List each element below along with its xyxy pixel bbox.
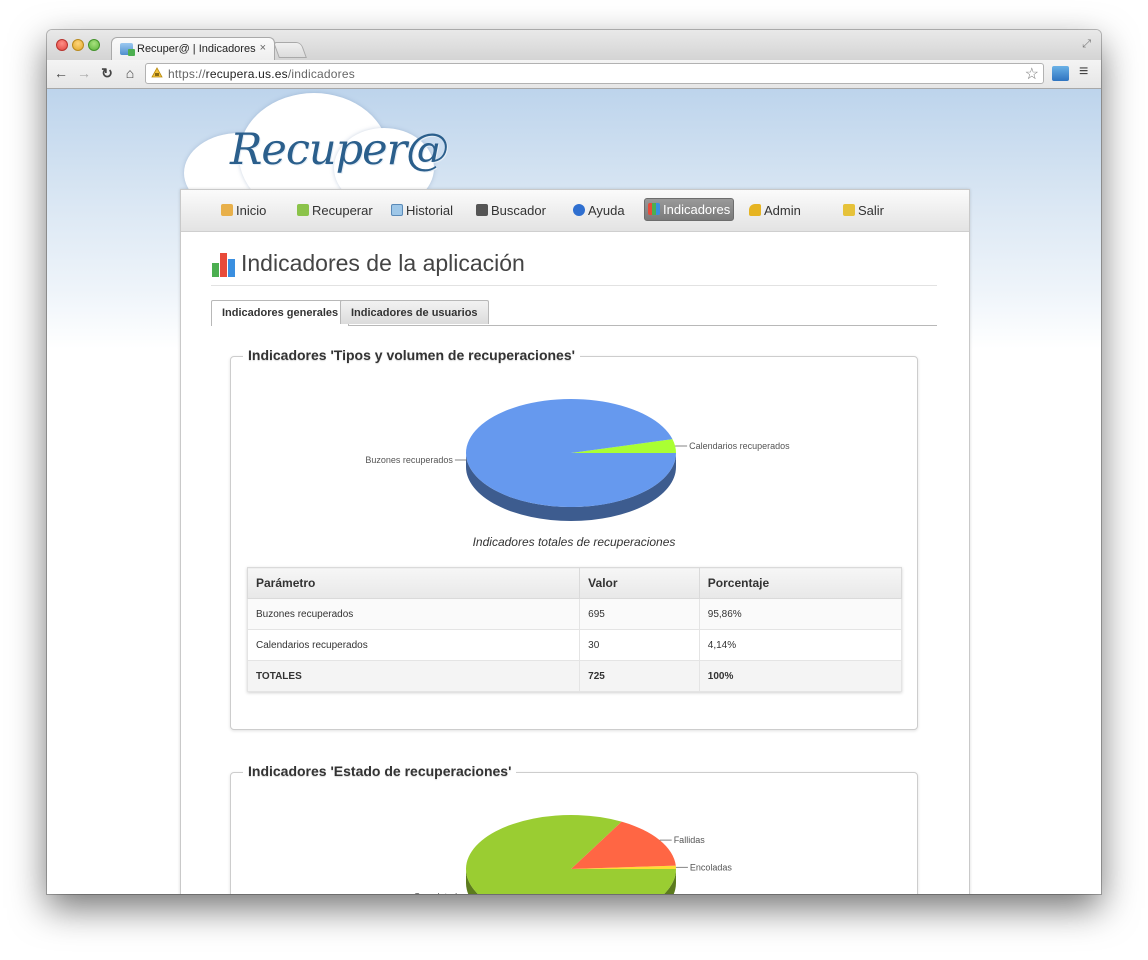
lock-icon bbox=[151, 67, 163, 78]
nav-admin[interactable]: Admin bbox=[749, 203, 801, 218]
extension-icon[interactable] bbox=[1052, 66, 1069, 81]
fullscreen-icon[interactable]: ⤢ bbox=[1082, 38, 1091, 51]
table-cell: 30 bbox=[579, 629, 700, 661]
nav-recuperar[interactable]: Recuperar bbox=[297, 203, 373, 218]
nav-ayuda[interactable]: Ayuda bbox=[573, 203, 625, 218]
indicator-tabs: Indicadores generales Indicadores de usu… bbox=[211, 300, 937, 326]
help-icon bbox=[573, 204, 585, 216]
table-cell: 95,86% bbox=[698, 598, 903, 630]
browser-tab[interactable]: Recuper@ | Indicadores × bbox=[111, 37, 275, 61]
site-logo[interactable]: Recuper@ bbox=[230, 125, 449, 175]
minimize-window-button[interactable] bbox=[72, 39, 84, 51]
zoom-window-button[interactable] bbox=[88, 39, 100, 51]
table-cell: Buzones recuperados bbox=[246, 598, 581, 630]
pie-label: Fallidas bbox=[674, 835, 706, 845]
pie-label: Completadas bbox=[414, 892, 468, 895]
page-title: Indicadores de la aplicación bbox=[241, 250, 525, 276]
back-arrow-icon[interactable]: ← bbox=[53, 65, 69, 81]
column-header: Parámetro bbox=[246, 567, 581, 599]
column-header: Porcentaje bbox=[698, 567, 903, 599]
section-estado: Indicadores 'Estado de recuperaciones' E… bbox=[230, 763, 918, 895]
home-icon bbox=[221, 204, 233, 216]
address-bar[interactable]: https://recupera.us.es/indicadores ☆ bbox=[145, 63, 1044, 84]
table-cell: Calendarios recuperados bbox=[246, 629, 581, 661]
stats-table: Parámetro Valor Porcentaje Buzones recup… bbox=[246, 567, 903, 692]
pie-label: Calendarios recuperados bbox=[689, 441, 790, 451]
nav-buscador[interactable]: Buscador bbox=[476, 203, 546, 218]
recover-icon bbox=[297, 204, 309, 216]
nav-indicadores[interactable]: Indicadores bbox=[644, 198, 735, 221]
close-window-button[interactable] bbox=[56, 39, 68, 51]
title-bar: Recuper@ | Indicadores × ⤢ bbox=[47, 30, 1101, 61]
section-tipos-volumen: Indicadores 'Tipos y volumen de recupera… bbox=[230, 347, 918, 730]
browser-window: Recuper@ | Indicadores × ⤢ ← → ↻ ⌂ https… bbox=[47, 30, 1101, 894]
browser-tab-title: Recuper@ | Indicadores bbox=[137, 43, 256, 55]
nav-historial[interactable]: Historial bbox=[391, 203, 453, 218]
forward-arrow-icon[interactable]: → bbox=[76, 65, 92, 81]
table-total-row: TOTALES 725 100% bbox=[246, 660, 903, 692]
tab-close-icon[interactable]: × bbox=[260, 42, 266, 54]
reload-icon[interactable]: ↻ bbox=[99, 65, 115, 82]
favicon-icon bbox=[120, 43, 135, 56]
content-card: Inicio Recuperar Historial Buscador Ayud… bbox=[180, 189, 970, 894]
history-icon bbox=[391, 204, 403, 216]
nav-inicio[interactable]: Inicio bbox=[221, 203, 266, 218]
binoculars-icon bbox=[476, 204, 488, 216]
logout-icon bbox=[843, 204, 855, 216]
bookmark-star-icon[interactable]: ☆ bbox=[1025, 64, 1039, 84]
bar-chart-icon bbox=[648, 203, 660, 215]
key-icon bbox=[749, 204, 761, 216]
table-cell: 100% bbox=[698, 660, 903, 692]
pie-label: Encoladas bbox=[690, 862, 733, 872]
new-tab-button[interactable] bbox=[273, 42, 307, 58]
page-header: Indicadores de la aplicación bbox=[211, 250, 937, 286]
pie-label: Buzones recuperados bbox=[365, 455, 453, 465]
table-row: Buzones recuperados 695 95,86% bbox=[246, 598, 903, 630]
table-header-row: Parámetro Valor Porcentaje bbox=[246, 567, 903, 599]
browser-toolbar: ← → ↻ ⌂ https://recupera.us.es/indicador… bbox=[47, 60, 1101, 89]
nav-salir[interactable]: Salir bbox=[843, 203, 884, 218]
url-text: https://recupera.us.es/indicadores bbox=[168, 67, 355, 81]
pie-slice bbox=[466, 399, 676, 508]
home-icon[interactable]: ⌂ bbox=[122, 65, 138, 81]
table-cell: 4,14% bbox=[698, 629, 903, 661]
main-nav: Inicio Recuperar Historial Buscador Ayud… bbox=[181, 190, 969, 232]
section-legend: Indicadores 'Tipos y volumen de recupera… bbox=[243, 347, 580, 363]
column-header: Valor bbox=[579, 567, 700, 599]
tab-indicadores-generales[interactable]: Indicadores generales bbox=[211, 300, 350, 326]
section-legend: Indicadores 'Estado de recuperaciones' bbox=[243, 763, 517, 779]
table-cell: 725 bbox=[579, 660, 700, 692]
tab-indicadores-usuarios[interactable]: Indicadores de usuarios bbox=[340, 300, 489, 324]
chart-title: Indicadores totales de recuperaciones bbox=[472, 535, 676, 549]
pie-chart-estado: Encoladas Fallidas Completadas bbox=[414, 815, 733, 895]
pie-chart-recuperaciones: Calendarios recuperados Buzones recuperad… bbox=[365, 399, 790, 521]
bar-chart-icon bbox=[212, 253, 235, 277]
table-row: Calendarios recuperados 30 4,14% bbox=[246, 629, 903, 661]
table-cell: TOTALES bbox=[246, 660, 581, 692]
page-viewport: Recuper@ Inicio Recuperar Historial Busc… bbox=[47, 89, 1101, 894]
browser-menu-icon[interactable]: ≡ bbox=[1079, 63, 1088, 81]
table-cell: 695 bbox=[579, 598, 700, 630]
